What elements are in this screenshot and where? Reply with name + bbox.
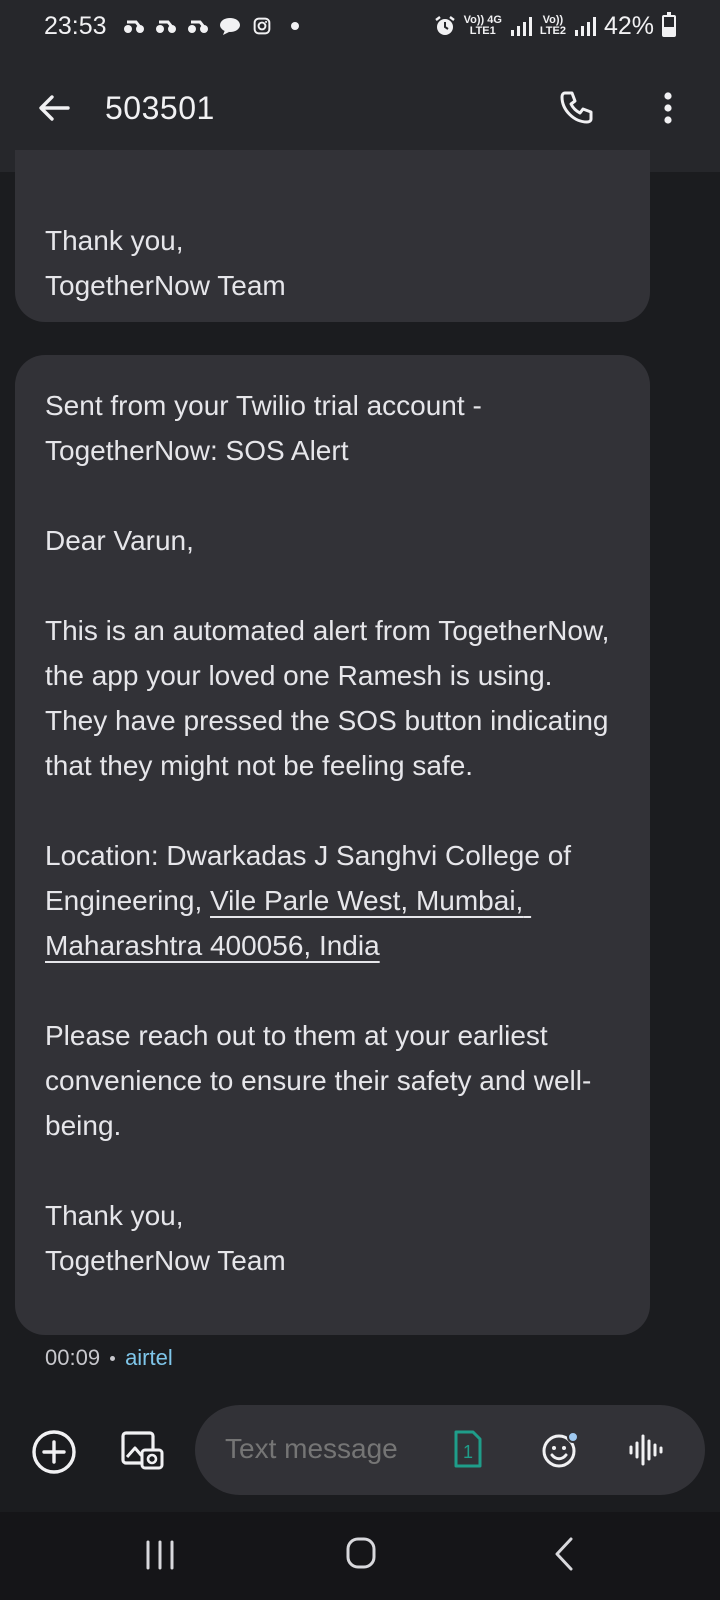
gallery-icon[interactable]	[118, 1426, 166, 1474]
battery-icon	[662, 12, 676, 37]
signal-icon	[574, 17, 596, 36]
status-right: Vo)) 4G LTE1 Vo)) LTE2 42%	[434, 12, 676, 41]
network-label-sim2-bottom: LTE2	[539, 25, 566, 37]
sim-card-icon[interactable]: 1	[453, 1429, 483, 1469]
meta-separator	[110, 1355, 116, 1361]
back-nav-icon[interactable]	[552, 1536, 576, 1572]
instagram-icon	[253, 17, 270, 35]
message-meta: 00:09 airtel	[45, 1345, 173, 1371]
message-bubble-sos-alert[interactable]: Sent from your Twilio trial account - To…	[15, 355, 650, 1335]
recents-icon[interactable]	[142, 1540, 178, 1570]
network-label-sim1: Vo)) 4G LTE1	[464, 15, 502, 37]
alarm-icon	[434, 16, 455, 35]
sim-number: 1	[463, 1442, 473, 1462]
message-time: 00:09	[45, 1345, 101, 1370]
status-bar: 23:53 Vo)) 4G LTE1 Vo)) LTE2 42%	[0, 0, 720, 52]
voice-message-icon[interactable]	[627, 1430, 667, 1470]
system-navigation-bar	[0, 1512, 720, 1600]
notification-dot	[290, 22, 299, 30]
status-time: 23:53	[44, 11, 107, 40]
add-attachment-icon[interactable]	[30, 1428, 78, 1476]
network-label-sim1-bottom: LTE1	[469, 25, 496, 37]
battery-level	[664, 27, 674, 35]
home-icon[interactable]	[345, 1536, 377, 1570]
signal-icon	[510, 17, 532, 36]
status-left: 23:53	[44, 12, 299, 41]
battery-percent: 42%	[603, 11, 654, 40]
message-text-intro: Sent from your Twilio trial account - To…	[45, 390, 610, 916]
bike-notification-icon	[123, 20, 144, 33]
message-carrier: airtel	[125, 1345, 173, 1370]
phone-call-icon[interactable]	[556, 88, 596, 128]
message-text-outro: Please reach out to them at your earlies…	[45, 1020, 592, 1276]
more-options-icon[interactable]	[648, 88, 688, 128]
bike-notification-icon	[187, 20, 208, 33]
message-bubble[interactable]: Thank you, TogetherNow Team	[15, 150, 650, 322]
bike-notification-icon	[155, 20, 176, 33]
emoji-icon[interactable]	[540, 1430, 580, 1470]
message-composer[interactable]: 1	[195, 1405, 705, 1495]
chat-notification-icon	[219, 18, 240, 35]
network-label-sim2: Vo)) LTE2	[540, 15, 566, 37]
back-arrow-icon[interactable]	[34, 88, 74, 128]
conversation-title: 503501	[105, 90, 215, 126]
text-message-input[interactable]	[225, 1433, 435, 1465]
